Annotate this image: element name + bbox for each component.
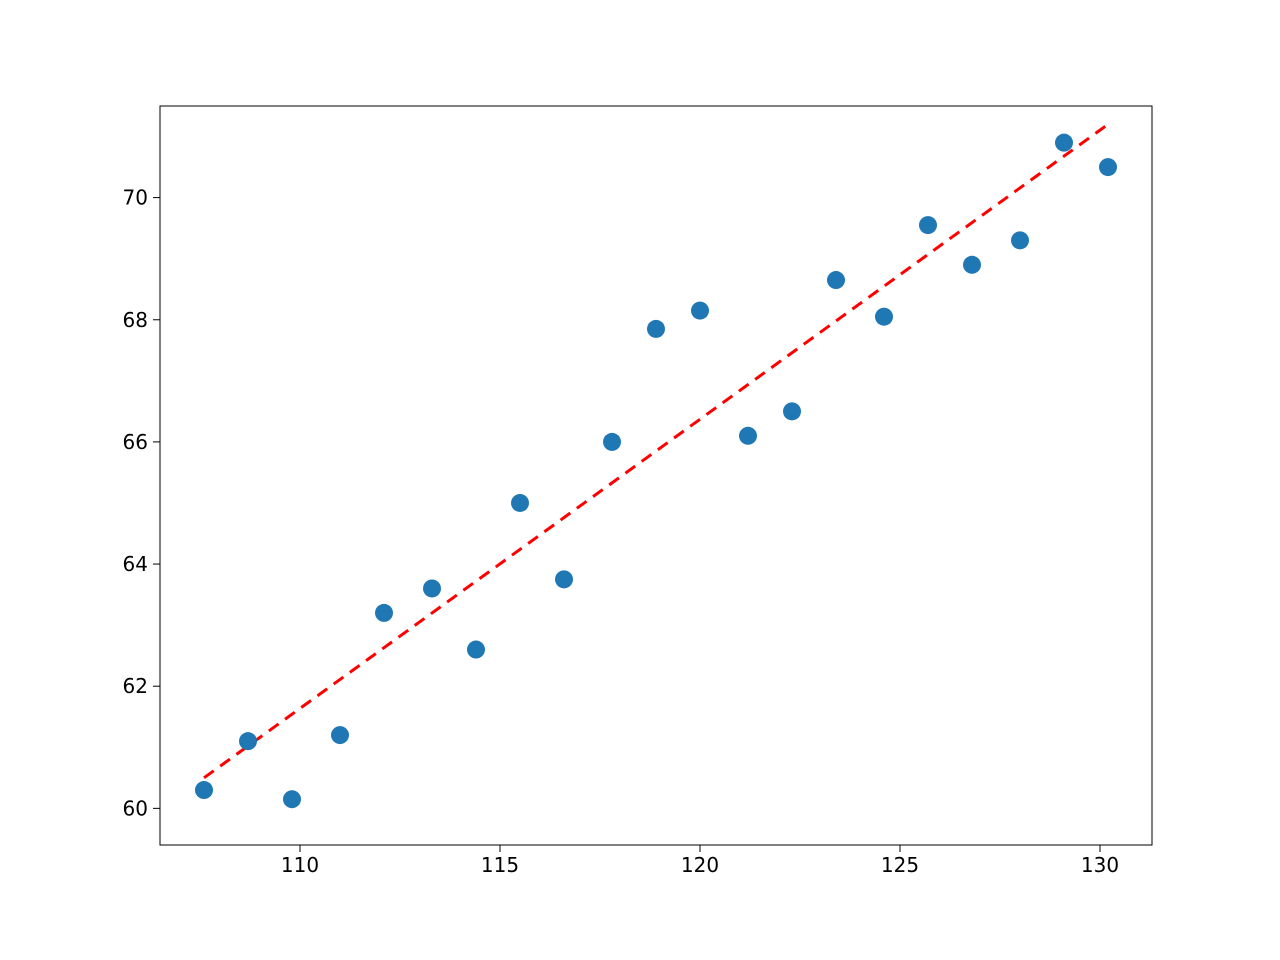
scatter-point bbox=[647, 320, 665, 338]
scatter-point bbox=[783, 402, 801, 420]
y-tick-label: 66 bbox=[123, 430, 148, 454]
scatter-point bbox=[875, 308, 893, 326]
scatter-point bbox=[511, 494, 529, 512]
x-tick-label: 115 bbox=[481, 853, 519, 877]
scatter-point bbox=[555, 570, 573, 588]
x-tick-label: 125 bbox=[881, 853, 919, 877]
axes-frame bbox=[160, 106, 1152, 845]
chart-container: 110 115 120 125 130 60 62 64 66 68 70 bbox=[0, 0, 1280, 960]
x-tick-label: 110 bbox=[281, 853, 319, 877]
y-tick-label: 62 bbox=[123, 674, 148, 698]
scatter-point bbox=[375, 604, 393, 622]
scatter-point bbox=[423, 579, 441, 597]
scatter-point bbox=[1055, 134, 1073, 152]
scatter-point bbox=[919, 216, 937, 234]
scatter-point bbox=[467, 641, 485, 659]
scatter-point bbox=[1011, 231, 1029, 249]
scatter-point bbox=[691, 302, 709, 320]
scatter-point bbox=[283, 790, 301, 808]
scatter-point bbox=[239, 732, 257, 750]
scatter-point bbox=[739, 427, 757, 445]
scatter-point bbox=[963, 256, 981, 274]
y-tick-label: 70 bbox=[123, 186, 148, 210]
scatter-point bbox=[195, 781, 213, 799]
y-tick-label: 68 bbox=[123, 308, 148, 332]
y-tick-label: 64 bbox=[123, 552, 148, 576]
chart-svg: 110 115 120 125 130 60 62 64 66 68 70 bbox=[0, 0, 1280, 960]
x-tick-label: 130 bbox=[1081, 853, 1119, 877]
y-tick-label: 60 bbox=[123, 796, 148, 820]
scatter-point bbox=[1099, 158, 1117, 176]
scatter-point bbox=[331, 726, 349, 744]
scatter-point bbox=[827, 271, 845, 289]
x-tick-label: 120 bbox=[681, 853, 719, 877]
trend-line bbox=[204, 124, 1108, 777]
scatter-point bbox=[603, 433, 621, 451]
